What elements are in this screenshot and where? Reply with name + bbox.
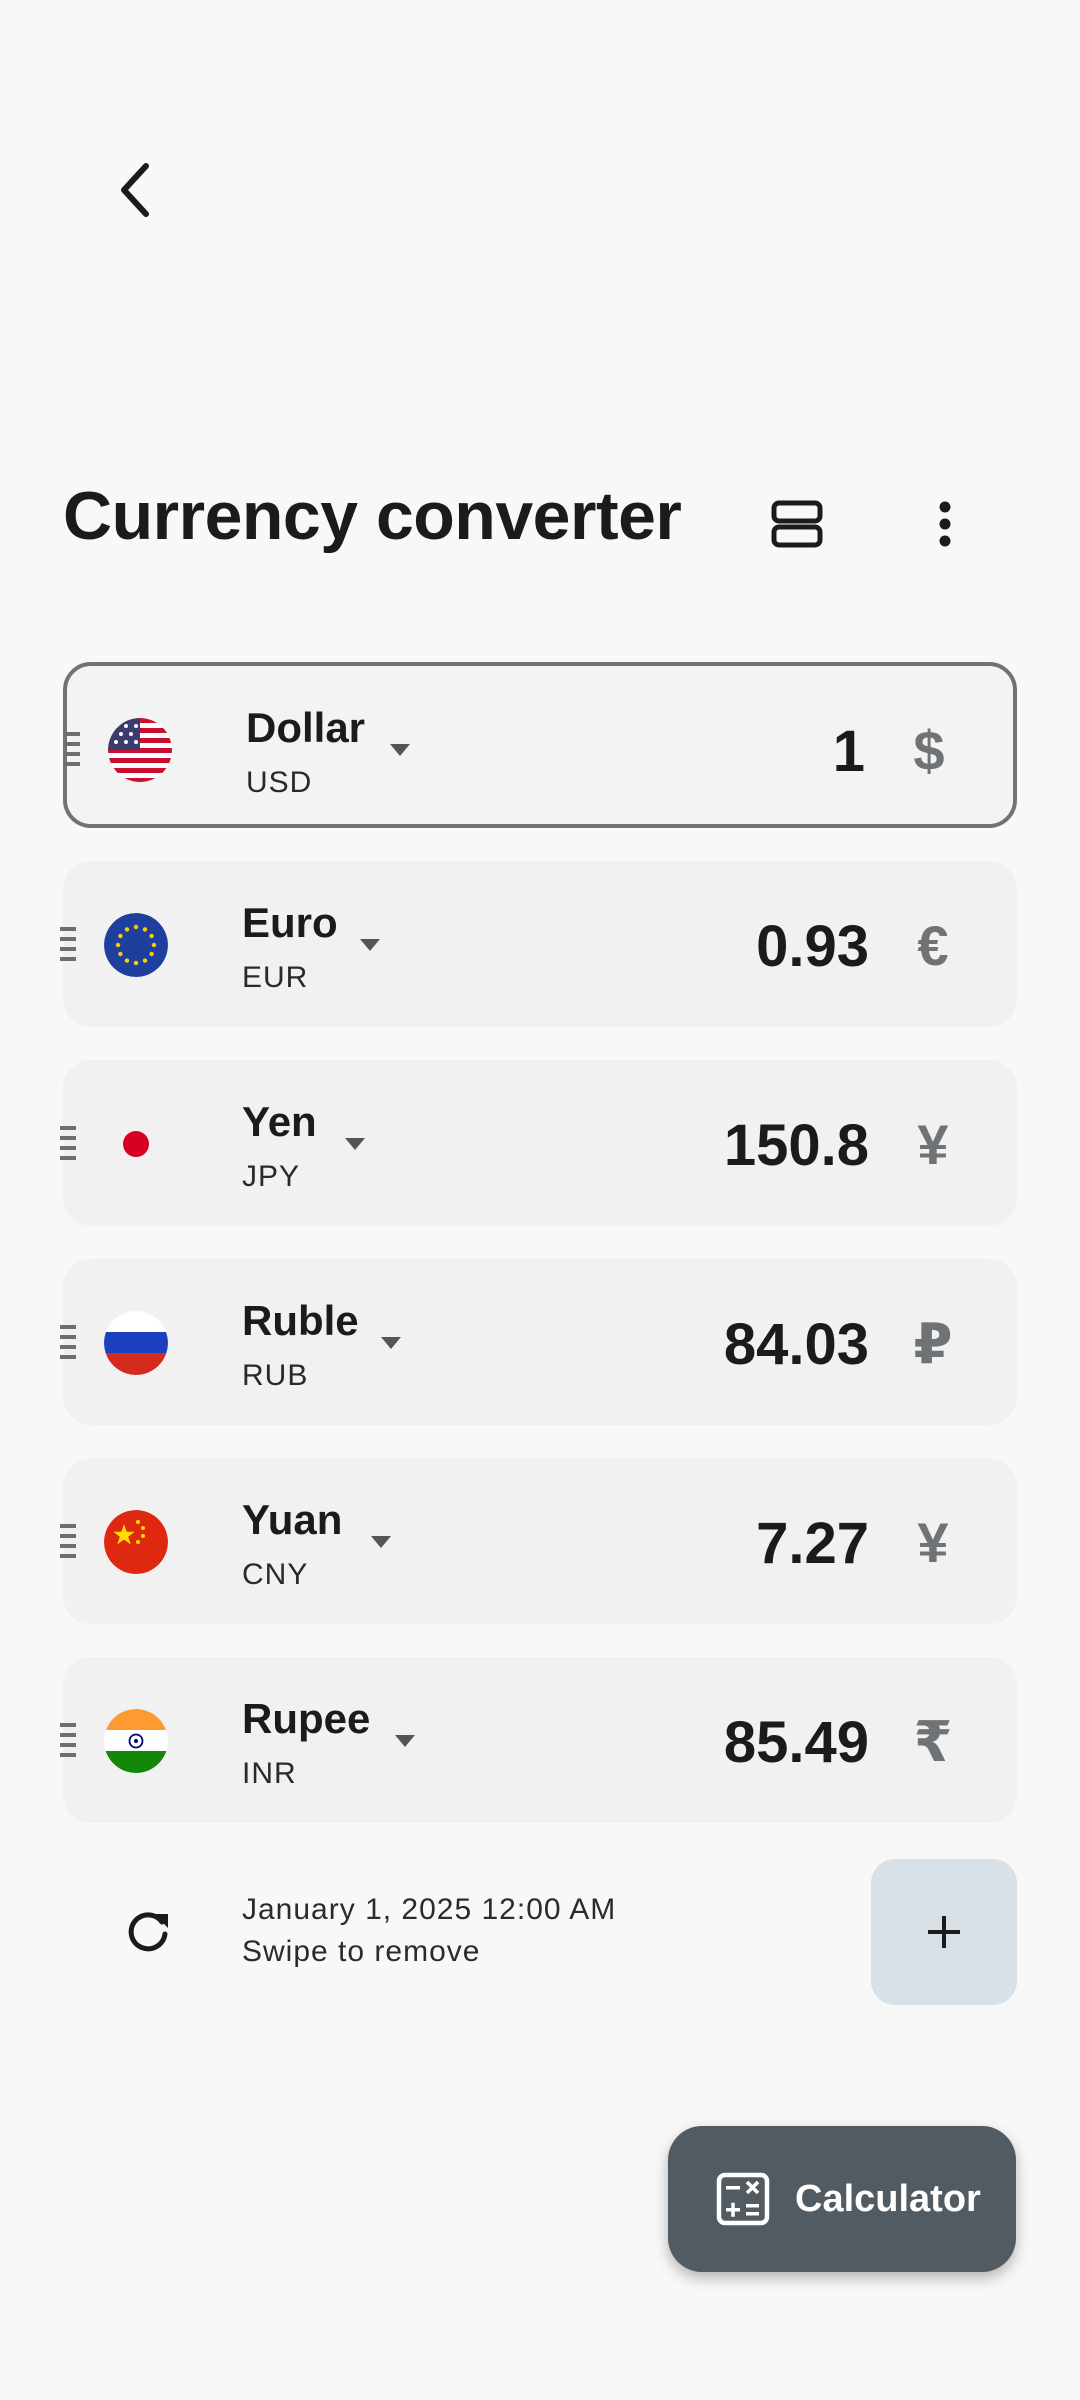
currency-name: Ruble <box>242 1297 359 1344</box>
view-agenda-icon <box>771 500 823 548</box>
cn-flag-icon <box>104 1510 168 1574</box>
dropdown-arrow-icon[interactable] <box>343 1136 367 1152</box>
in-flag-icon <box>104 1709 168 1773</box>
currency-code: INR <box>242 1757 297 1790</box>
more-options-button[interactable] <box>900 486 990 562</box>
more-vert-icon <box>939 501 951 547</box>
add-currency-button[interactable] <box>871 1859 1017 2005</box>
jp-flag-icon <box>104 1112 168 1176</box>
currency-card-rub[interactable]: Ruble RUB 84.03 ₽ <box>60 1259 1017 1425</box>
currency-name: Yen <box>242 1098 317 1145</box>
calculator-button[interactable]: Calculator <box>668 2126 1016 2272</box>
us-flag-icon <box>108 718 172 782</box>
currency-name: Dollar <box>246 704 366 751</box>
currency-symbol: ₽ <box>913 1312 953 1375</box>
dropdown-arrow-icon[interactable] <box>369 1534 393 1550</box>
drag-handle-icon[interactable] <box>60 1323 80 1361</box>
currency-name: Rupee <box>242 1695 371 1742</box>
currency-value-input[interactable]: 1 <box>833 718 865 785</box>
drag-handle-icon[interactable] <box>60 925 80 963</box>
currency-value-input[interactable]: 7.27 <box>756 1510 869 1577</box>
drag-handle-icon[interactable] <box>60 1721 80 1759</box>
currency-card-usd[interactable]: Dollar USD 1 $ <box>63 662 1017 828</box>
footer-row: January 1, 2025 12:00 AM Swipe to remove <box>63 1857 1017 2007</box>
currency-symbol: ¥ <box>917 1511 949 1574</box>
currency-code: JPY <box>242 1160 301 1193</box>
currency-name: Yuan <box>242 1496 343 1543</box>
back-button[interactable] <box>96 150 176 230</box>
drag-handle-icon[interactable] <box>60 1124 80 1162</box>
back-arrow-icon <box>121 163 149 217</box>
currency-value-input[interactable]: 150.8 <box>724 1112 869 1179</box>
drag-handle-icon[interactable] <box>64 730 84 768</box>
currency-symbol: € <box>917 914 949 977</box>
currency-symbol: ₹ <box>913 1710 953 1773</box>
page-title: Currency converter <box>63 478 682 554</box>
currency-symbol: $ <box>913 719 945 782</box>
refresh-icon <box>128 1912 168 1952</box>
currency-value-input[interactable]: 0.93 <box>756 913 869 980</box>
calculator-label: Calculator <box>795 2178 981 2220</box>
dropdown-arrow-icon[interactable] <box>379 1335 403 1351</box>
drag-handle-icon[interactable] <box>60 1522 80 1560</box>
currency-list: Dollar USD 1 $ Euro EUR 0.93 € Yen JPY 1… <box>60 662 1017 1856</box>
currency-card-jpy[interactable]: Yen JPY 150.8 ¥ <box>60 1060 1017 1226</box>
swipe-hint: Swipe to remove <box>242 1935 481 1968</box>
currency-value-input[interactable]: 84.03 <box>724 1311 869 1378</box>
currency-value-input[interactable]: 85.49 <box>724 1709 869 1776</box>
last-updated-timestamp: January 1, 2025 12:00 AM <box>242 1893 617 1926</box>
currency-symbol: ¥ <box>917 1113 949 1176</box>
currency-card-eur[interactable]: Euro EUR 0.93 € <box>60 861 1017 1027</box>
calculator-icon <box>716 2172 770 2226</box>
plus-icon <box>928 1916 960 1948</box>
currency-card-inr[interactable]: Rupee INR 85.49 ₹ <box>60 1657 1017 1823</box>
refresh-button[interactable] <box>107 1891 189 1973</box>
currency-name: Euro <box>242 899 338 946</box>
ru-flag-icon <box>104 1311 168 1375</box>
currency-code: CNY <box>242 1558 309 1591</box>
dropdown-arrow-icon[interactable] <box>393 1733 417 1749</box>
currency-code: EUR <box>242 961 309 994</box>
currency-code: RUB <box>242 1359 309 1392</box>
currency-card-cny[interactable]: Yuan CNY 7.27 ¥ <box>60 1458 1017 1624</box>
eu-flag-icon <box>104 913 168 977</box>
currency-code: USD <box>246 766 313 799</box>
dropdown-arrow-icon[interactable] <box>388 742 412 758</box>
dropdown-arrow-icon[interactable] <box>358 937 382 953</box>
view-toggle-button[interactable] <box>752 486 842 562</box>
